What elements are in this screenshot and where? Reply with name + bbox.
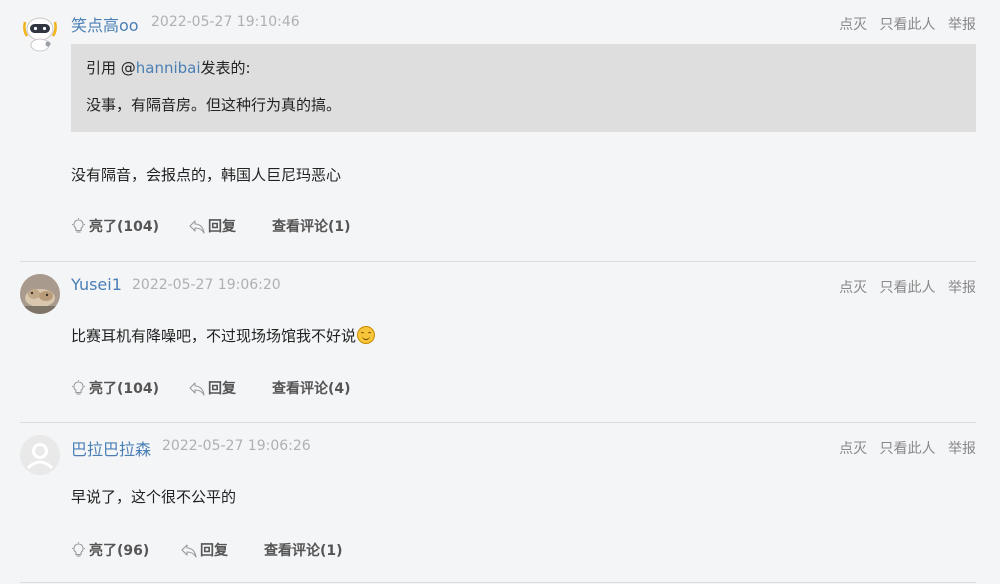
comment-item: 巴拉巴拉森 2022-05-27 19:06:26 点灭 只看此人 举报 早说了…: [0, 423, 1000, 584]
dislike-link[interactable]: 点灭: [839, 441, 867, 457]
quote-mention[interactable]: hannibai: [136, 59, 201, 77]
default-user-avatar-icon: [20, 435, 60, 475]
post-time: 2022-05-27 19:10:46: [151, 14, 300, 30]
bulb-icon: [72, 542, 85, 557]
report-link[interactable]: 举报: [948, 280, 976, 296]
like-count: 亮了(96): [89, 543, 150, 559]
comment-side-actions: 点灭 只看此人 举报: [831, 438, 976, 458]
reply-icon: [181, 544, 197, 558]
comment-content: 比赛耳机有降噪吧，不过现场场馆我不好说: [71, 325, 376, 346]
comment-text: 比赛耳机有降噪吧，不过现场场馆我不好说: [71, 327, 357, 345]
quote-text: 没事，有隔音房。但这种行为真的搞。: [86, 96, 342, 114]
only-this-user-link[interactable]: 只看此人: [880, 17, 936, 33]
comment-side-actions: 点灭 只看此人 举报: [831, 14, 976, 34]
photo-avatar-icon: [20, 274, 60, 314]
reply-button[interactable]: 回复: [181, 540, 228, 560]
like-count: 亮了(104): [89, 381, 160, 397]
bulb-icon: [72, 380, 85, 395]
quote-prefix: 引用 @: [86, 59, 136, 77]
dislike-link[interactable]: 点灭: [839, 280, 867, 296]
comment-content: 没有隔音，会报点的，韩国人巨尼玛恶心: [71, 166, 342, 184]
comment-item: 笑点高oo 2022-05-27 19:10:46 点灭 只看此人 举报 引用 …: [0, 0, 1000, 262]
username[interactable]: 笑点高oo: [71, 12, 139, 36]
reply-button[interactable]: 回复: [189, 378, 236, 398]
report-link[interactable]: 举报: [948, 441, 976, 457]
like-button[interactable]: 亮了(96): [71, 540, 149, 560]
reply-icon: [189, 220, 205, 234]
user-avatar[interactable]: [20, 274, 60, 314]
reply-label: 回复: [208, 381, 236, 397]
bulb-icon: [72, 218, 85, 233]
like-button[interactable]: 亮了(104): [71, 216, 159, 236]
view-comments-link[interactable]: 查看评论(4): [272, 378, 351, 398]
post-time: 2022-05-27 19:06:20: [132, 277, 281, 293]
user-avatar[interactable]: [20, 12, 60, 52]
reply-label: 回复: [208, 219, 236, 235]
robot-avatar-icon: [20, 12, 60, 52]
user-avatar[interactable]: [20, 435, 60, 475]
reply-label: 回复: [200, 543, 228, 559]
like-button[interactable]: 亮了(104): [71, 378, 159, 398]
comment-side-actions: 点灭 只看此人 举报: [831, 277, 976, 297]
view-comments-link[interactable]: 查看评论(1): [264, 540, 343, 560]
divider: [20, 582, 976, 583]
hug-emoji-icon: [357, 326, 376, 344]
quote-block: 引用 @hannibai发表的: 没事，有隔音房。但这种行为真的搞。: [71, 44, 976, 132]
report-link[interactable]: 举报: [948, 17, 976, 33]
only-this-user-link[interactable]: 只看此人: [880, 280, 936, 296]
username[interactable]: 巴拉巴拉森: [71, 436, 151, 460]
view-comments-link[interactable]: 查看评论(1): [272, 216, 351, 236]
comment-item: Yusei1 2022-05-27 19:06:20 点灭 只看此人 举报 比赛…: [0, 262, 1000, 423]
like-count: 亮了(104): [89, 219, 160, 235]
reply-button[interactable]: 回复: [189, 216, 236, 236]
only-this-user-link[interactable]: 只看此人: [880, 441, 936, 457]
comment-content: 早说了，这个很不公平的: [71, 488, 237, 506]
dislike-link[interactable]: 点灭: [839, 17, 867, 33]
quote-suffix: 发表的:: [200, 59, 251, 77]
post-time: 2022-05-27 19:06:26: [162, 438, 311, 454]
reply-icon: [189, 382, 205, 396]
quote-header: 引用 @hannibai发表的:: [86, 57, 251, 78]
username[interactable]: Yusei1: [71, 275, 122, 294]
